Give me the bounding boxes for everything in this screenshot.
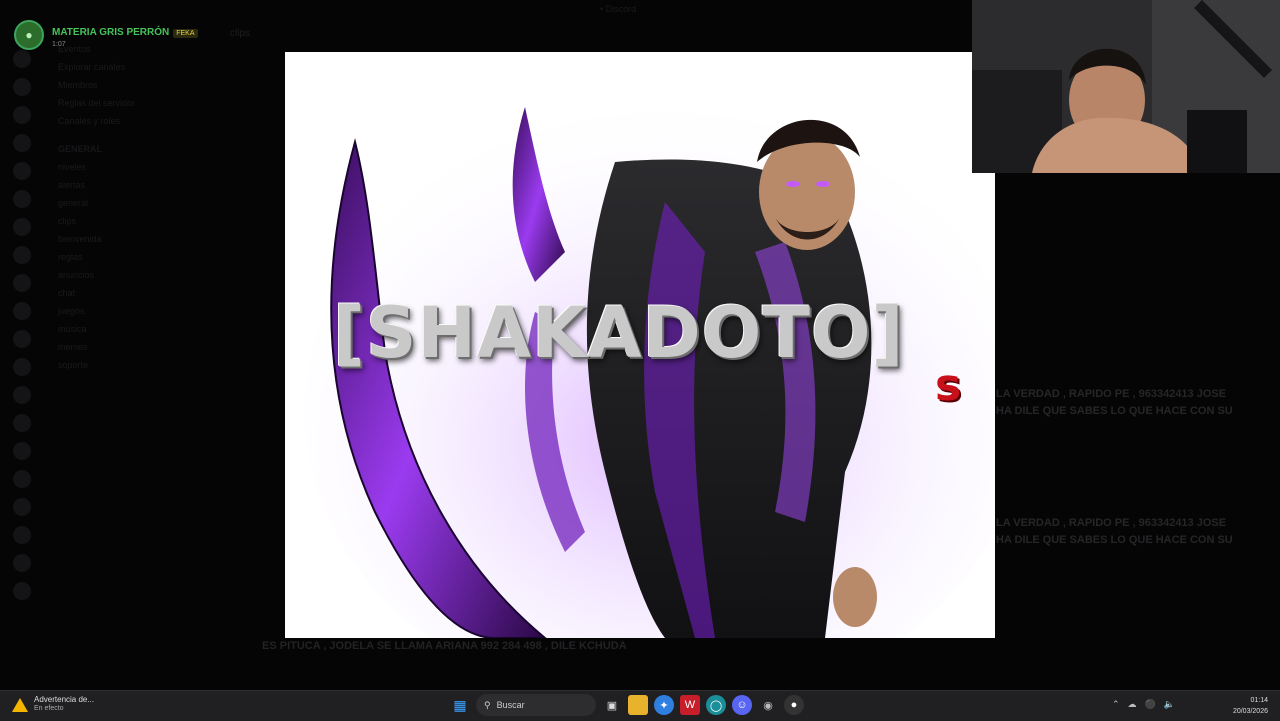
server-icon[interactable] <box>13 218 31 236</box>
server-icon[interactable] <box>13 78 31 96</box>
app-icon[interactable]: ● <box>784 695 804 715</box>
copilot-icon[interactable]: ✦ <box>654 695 674 715</box>
server-icon[interactable] <box>13 582 31 600</box>
poster-image: [SHAKADOTO] s <box>285 52 995 638</box>
channel-category[interactable]: GENERAL <box>48 140 218 158</box>
warning-icon <box>12 698 28 712</box>
message-line: HA DILE QUE SABES LO QUE HACE CON SU <box>996 405 1233 417</box>
edge-icon[interactable]: ◯ <box>706 695 726 715</box>
webcam-image <box>972 0 1280 173</box>
channel-item[interactable]: niveles <box>48 158 218 176</box>
channel-item[interactable]: anuncios <box>48 266 218 284</box>
channel-item[interactable]: chat <box>48 284 218 302</box>
search-box[interactable]: ⚲ Buscar <box>476 694 596 716</box>
server-icon[interactable] <box>13 302 31 320</box>
channel-item[interactable]: Canales y roles <box>48 112 218 130</box>
channel-item[interactable]: juegos <box>48 302 218 320</box>
server-icon[interactable] <box>13 106 31 124</box>
search-placeholder: Buscar <box>496 700 525 710</box>
wps-icon[interactable]: W <box>680 695 700 715</box>
system-tray: ⌃ ☁ ⚫ 🔈 <box>1112 699 1175 710</box>
cloud-icon[interactable]: ☁ <box>1128 699 1137 710</box>
task-view-icon[interactable]: ▣ <box>602 695 622 715</box>
clock-date: 20/03/2026 <box>1232 708 1268 715</box>
poster-title: [SHAKADOTO] <box>333 292 905 374</box>
voice-time: 1:07 <box>52 41 66 48</box>
voice-user-name: MATERIA GRIS PERRÓN <box>52 27 170 38</box>
voice-overlay: ● MATERIA GRIS PERRÓN FEKA 1:07 <box>14 20 198 50</box>
message-line: HA DILE QUE SABES LO QUE HACE CON SU <box>996 534 1233 546</box>
avatar: ● <box>14 20 44 50</box>
channel-item[interactable]: Reglas del servidor <box>48 94 218 112</box>
channel-item[interactable]: música <box>48 320 218 338</box>
server-icon[interactable] <box>13 442 31 460</box>
server-icon[interactable] <box>13 274 31 292</box>
channel-item[interactable]: alertas <box>48 176 218 194</box>
window-title: • Discord <box>600 4 637 14</box>
poster-suffix: s <box>935 360 962 411</box>
server-icon[interactable] <box>13 50 31 68</box>
message-line: LA VERDAD , RAPIDO PE , 963342413 JOSE <box>996 517 1227 529</box>
discord-icon[interactable]: ☺ <box>732 695 752 715</box>
user-badge: FEKA <box>173 29 198 38</box>
channel-item[interactable]: reglas <box>48 248 218 266</box>
server-icon[interactable] <box>13 246 31 264</box>
start-icon[interactable]: ▦ <box>450 695 470 715</box>
server-icon[interactable] <box>13 470 31 488</box>
clock-time: 01:14 <box>1250 697 1268 704</box>
server-icon[interactable] <box>13 414 31 432</box>
mic-icon[interactable]: ⚫ <box>1145 699 1156 710</box>
channel-item[interactable]: general <box>48 194 218 212</box>
taskbar-apps: ▦ ⚲ Buscar ▣ ✦ W ◯ ☺ ◉ ● <box>450 694 804 716</box>
channel-list: Eventos Explorar canales Miembros Reglas… <box>48 40 218 660</box>
desktop: • Discord Eventos Explorar canales Miemb… <box>0 0 1280 690</box>
chevron-up-icon[interactable]: ⌃ <box>1112 699 1120 710</box>
message-line: ES PITUCA , JODELA SE LLAMA ARIANA 992 2… <box>262 640 627 652</box>
clock[interactable]: 01:14 20/03/2026 <box>1233 695 1268 717</box>
taskbar: Advertencia de... En efecto ▦ ⚲ Buscar ▣… <box>0 690 1280 721</box>
channel-item[interactable]: soporte <box>48 356 218 374</box>
search-icon: ⚲ <box>484 699 491 710</box>
server-icon[interactable] <box>13 526 31 544</box>
channel-item[interactable]: clips <box>48 212 218 230</box>
server-rail <box>0 40 44 660</box>
server-icon[interactable] <box>13 358 31 376</box>
channel-item[interactable]: Explorar canales <box>48 58 218 76</box>
server-icon[interactable] <box>13 498 31 516</box>
notification[interactable]: Advertencia de... En efecto <box>12 695 94 712</box>
channel-item[interactable]: memes <box>48 338 218 356</box>
folder-icon[interactable] <box>628 695 648 715</box>
server-icon[interactable] <box>13 190 31 208</box>
server-icon[interactable] <box>13 162 31 180</box>
obs-icon[interactable]: ◉ <box>758 695 778 715</box>
channel-item[interactable]: bienvenida <box>48 230 218 248</box>
server-icon[interactable] <box>13 554 31 572</box>
notification-title: Advertencia de... <box>34 695 95 704</box>
channel-item[interactable]: Miembros <box>48 76 218 94</box>
message-line: LA VERDAD , RAPIDO PE , 963342413 JOSE <box>996 388 1227 400</box>
server-icon[interactable] <box>13 134 31 152</box>
server-icon[interactable] <box>13 386 31 404</box>
volume-icon[interactable]: 🔈 <box>1164 699 1175 710</box>
server-icon[interactable] <box>13 330 31 348</box>
notification-subtitle: En efecto <box>34 705 64 712</box>
channel-header: clips <box>230 28 251 39</box>
webcam-feed <box>972 0 1280 173</box>
